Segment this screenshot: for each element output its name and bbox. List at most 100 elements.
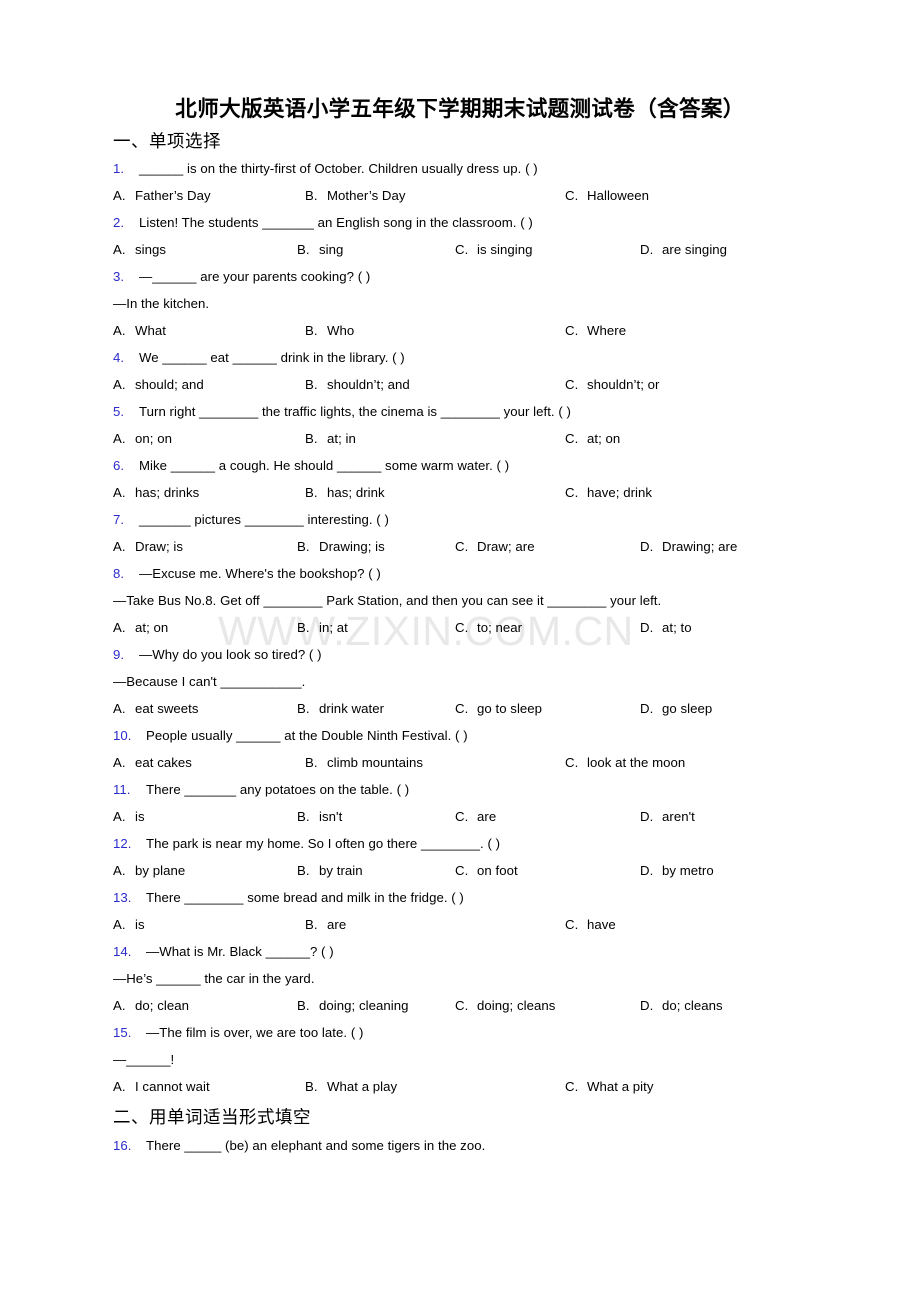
option-choice[interactable]: A. by plane (113, 857, 185, 884)
option-label: Draw; are (477, 539, 535, 555)
option-label: should; and (135, 377, 204, 393)
option-choice[interactable]: B. What a play (305, 1073, 397, 1100)
option-label: aren't (662, 809, 695, 825)
option-row: A. should; and B. shouldn’t; and C. shouldn’t… (0, 371, 920, 398)
question-number: 10. (113, 728, 132, 744)
option-choice[interactable]: A. sings (113, 236, 166, 263)
option-choice[interactable]: B. at; in (305, 425, 356, 452)
option-letter: A. (113, 620, 126, 636)
question-continuation-line: —Take Bus No.8. Get off ________ Park St… (113, 593, 662, 609)
option-choice[interactable]: D. aren't (640, 803, 695, 830)
option-letter: B. (297, 863, 310, 879)
option-choice[interactable]: A. has; drinks (113, 479, 199, 506)
option-choice[interactable]: B. has; drink (305, 479, 385, 506)
option-label: is (135, 917, 145, 933)
question-continuation-line: —In the kitchen. (113, 296, 210, 312)
question-text: ______ is on the thirty-first of October… (139, 161, 538, 177)
option-letter: C. (455, 863, 469, 879)
option-label: do; cleans (662, 998, 723, 1014)
option-choice[interactable]: A. should; and (113, 371, 204, 398)
option-choice[interactable]: C. are (455, 803, 496, 830)
document-content: 北师大版英语小学五年级下学期期末试题测试卷（含答案） 一、单项选择 1. ____… (0, 0, 920, 1159)
option-choice[interactable]: C. What a pity (565, 1073, 654, 1100)
option-choice[interactable]: A. eat sweets (113, 695, 199, 722)
option-choice[interactable]: A. eat cakes (113, 749, 192, 776)
option-label: Father’s Day (135, 188, 211, 204)
option-choice[interactable]: A. do; clean (113, 992, 189, 1019)
option-label: What a play (327, 1079, 398, 1095)
option-choice[interactable]: A. is (113, 803, 145, 830)
question-stem: 1. ______ is on the thirty-first of Octob… (0, 155, 920, 182)
option-letter: A. (113, 323, 126, 339)
option-choice[interactable]: D. are singing (640, 236, 727, 263)
option-choice[interactable]: C. Halloween (565, 182, 649, 209)
question-stem: 4. We ______ eat ______ drink in the libr… (0, 344, 920, 371)
option-choice[interactable]: C. look at the moon (565, 749, 685, 776)
option-label: in; at (319, 620, 348, 636)
option-choice[interactable]: C. have; drink (565, 479, 652, 506)
option-letter: A. (113, 755, 126, 771)
option-choice[interactable]: D. go sleep (640, 695, 712, 722)
option-choice[interactable]: A. I cannot wait (113, 1073, 210, 1100)
option-choice[interactable]: C. to; near (455, 614, 522, 641)
option-choice[interactable]: C. doing; cleans (455, 992, 555, 1019)
option-letter: A. (113, 998, 126, 1014)
option-choice[interactable]: C. have (565, 911, 616, 938)
option-choice[interactable]: B. climb mountains (305, 749, 423, 776)
option-choice[interactable]: D. at; to (640, 614, 692, 641)
option-label: are (327, 917, 347, 933)
question-stem: 10. People usually ______ at the Double N… (0, 722, 920, 749)
option-label: Who (327, 323, 355, 339)
question-number: 7. (113, 512, 125, 528)
option-label: Drawing; is (319, 539, 385, 555)
option-choice[interactable]: A. Draw; is (113, 533, 183, 560)
question-text: Turn right ________ the traffic lights, … (139, 404, 571, 420)
option-choice[interactable]: D. do; cleans (640, 992, 723, 1019)
option-choice[interactable]: B. in; at (297, 614, 348, 641)
option-choice[interactable]: C. shouldn’t; or (565, 371, 660, 398)
option-choice[interactable]: C. Where (565, 317, 626, 344)
option-row: A. has; drinks B. has; drink C. have; drink (0, 479, 920, 506)
option-label: by train (319, 863, 363, 879)
option-choice[interactable]: C. go to sleep (455, 695, 542, 722)
option-choice[interactable]: C. on foot (455, 857, 518, 884)
option-choice[interactable]: D. Drawing; are (640, 533, 737, 560)
option-letter: D. (640, 701, 654, 717)
option-label: Drawing; are (662, 539, 738, 555)
option-choice[interactable]: A. Father’s Day (113, 182, 211, 209)
option-letter: B. (297, 701, 310, 717)
option-choice[interactable]: B. Drawing; is (297, 533, 385, 560)
option-letter: A. (113, 188, 126, 204)
option-choice[interactable]: A. What (113, 317, 166, 344)
option-letter: D. (640, 242, 654, 258)
option-choice[interactable]: C. Draw; are (455, 533, 535, 560)
option-choice[interactable]: A. on; on (113, 425, 172, 452)
option-choice[interactable]: B. Mother’s Day (305, 182, 406, 209)
section-heading-2: 二、用单词适当形式填空 (113, 1108, 311, 1129)
question-number: 14. (113, 944, 132, 960)
option-letter: B. (297, 242, 310, 258)
option-choice[interactable]: B. isn't (297, 803, 342, 830)
option-choice[interactable]: C. is singing (455, 236, 532, 263)
option-letter: C. (455, 242, 469, 258)
option-choice[interactable]: C. at; on (565, 425, 620, 452)
option-choice[interactable]: A. at; on (113, 614, 168, 641)
option-choice[interactable]: B. doing; cleaning (297, 992, 408, 1019)
question-stem: 6. Mike ______ a cough. He should ______ … (0, 452, 920, 479)
option-label: doing; cleans (477, 998, 556, 1014)
question-text: —Why do you look so tired? ( ) (139, 647, 322, 663)
question-continuation-line: —Because I can't ___________. (113, 674, 306, 690)
option-choice[interactable]: D. by metro (640, 857, 714, 884)
question-text: The park is near my home. So I often go … (146, 836, 501, 852)
option-choice[interactable]: B. sing (297, 236, 343, 263)
question-number: 4. (113, 350, 125, 366)
option-choice[interactable]: B. Who (305, 317, 354, 344)
option-letter: C. (565, 431, 579, 447)
option-choice[interactable]: B. shouldn’t; and (305, 371, 410, 398)
option-label: is singing (477, 242, 533, 258)
option-label: What (135, 323, 166, 339)
option-choice[interactable]: B. drink water (297, 695, 384, 722)
option-choice[interactable]: A. is (113, 911, 145, 938)
option-choice[interactable]: B. by train (297, 857, 363, 884)
option-choice[interactable]: B. are (305, 911, 346, 938)
